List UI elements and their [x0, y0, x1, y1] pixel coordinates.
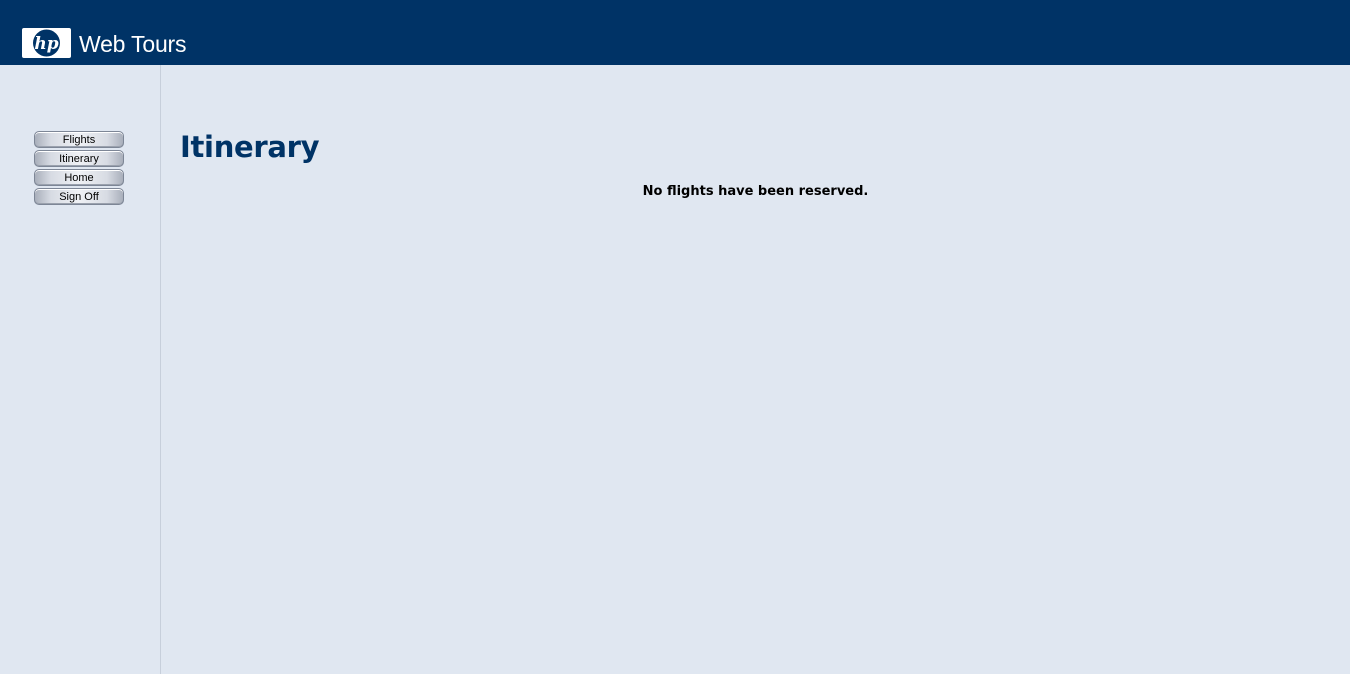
- brand-title: Web Tours: [79, 31, 187, 57]
- sidebar: Flights Itinerary Home Sign Off: [0, 65, 161, 674]
- itinerary-button[interactable]: Itinerary: [34, 150, 124, 167]
- svg-text:hp: hp: [34, 34, 58, 54]
- no-flights-message: No flights have been reserved.: [642, 184, 869, 199]
- flights-button[interactable]: Flights: [34, 131, 124, 148]
- home-button[interactable]: Home: [34, 169, 124, 186]
- hp-logo-icon: hp: [22, 28, 71, 58]
- sidebar-nav: Flights Itinerary Home Sign Off: [34, 131, 126, 207]
- sign-off-button[interactable]: Sign Off: [34, 188, 124, 205]
- page-title: Itinerary: [180, 130, 320, 164]
- top-header: hp Web Tours: [0, 0, 1350, 65]
- main-content: Itinerary No flights have been reserved.: [161, 65, 1350, 674]
